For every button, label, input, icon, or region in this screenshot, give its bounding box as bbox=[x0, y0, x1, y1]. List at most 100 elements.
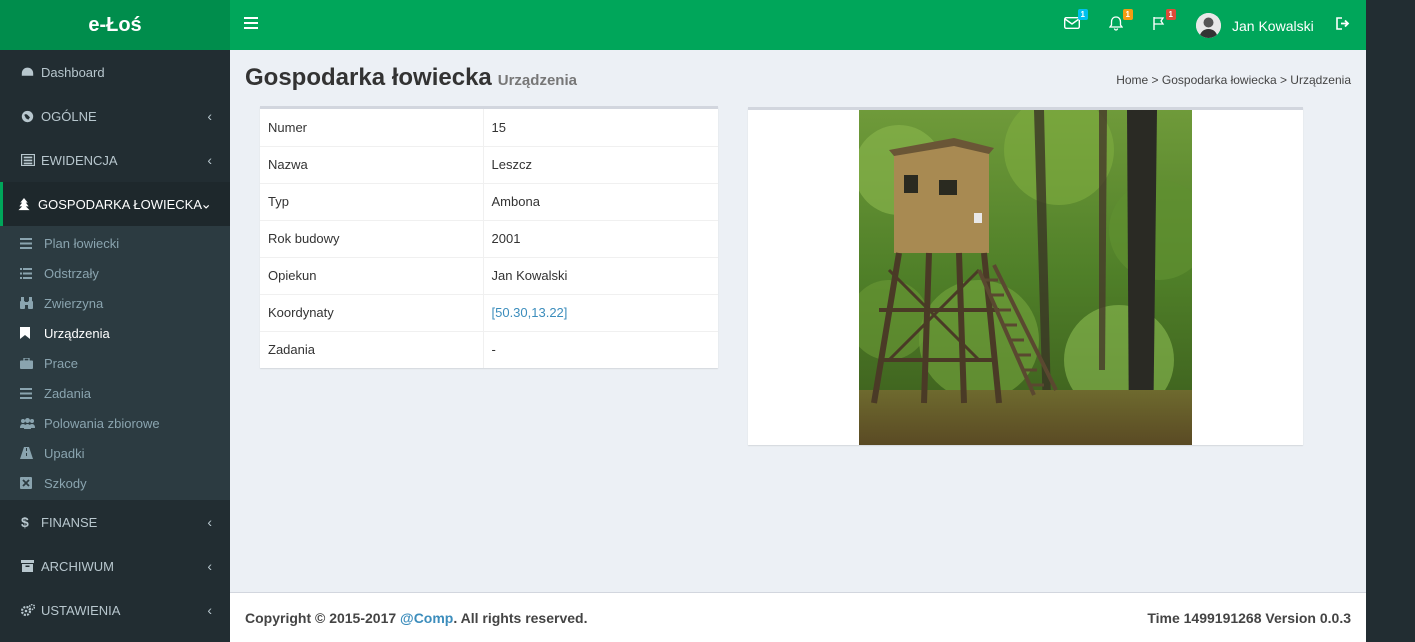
sidebar-item-label: ARCHIWUM bbox=[41, 558, 114, 574]
bookmark-icon bbox=[20, 327, 44, 339]
page-subtitle: Urządzenia bbox=[497, 72, 577, 89]
row-value: Ambona bbox=[483, 182, 718, 220]
submenu-item-odstrzaly[interactable]: Odstrzały bbox=[0, 258, 230, 288]
submenu-item-upadki[interactable]: Upadki bbox=[0, 438, 230, 468]
submenu-item-zwierzyna[interactable]: Zwierzyna bbox=[0, 288, 230, 318]
bars-icon bbox=[20, 237, 44, 249]
footer: Copyright © 2015-2017 @Comp. All rights … bbox=[230, 592, 1366, 642]
row-value: 15 bbox=[491, 119, 506, 135]
table-row: Nazwa Leszcz bbox=[260, 145, 718, 183]
row-value: [50.30,13.22] bbox=[483, 293, 718, 331]
submenu-item-polowania-zbiorowe[interactable]: Polowania zbiorowe bbox=[0, 408, 230, 438]
footer-copyright: Copyright © 2015-2017 @Comp. All rights … bbox=[245, 610, 587, 626]
submenu-item-label: Zadania bbox=[44, 385, 91, 401]
row-label: Opiekun bbox=[260, 256, 484, 294]
right-gutter bbox=[1366, 0, 1415, 642]
app-logo[interactable]: e-Łoś bbox=[0, 0, 230, 50]
tasks-icon bbox=[20, 387, 44, 399]
list-alt-icon bbox=[21, 154, 41, 166]
messages-count-badge: 1 bbox=[1077, 9, 1088, 20]
globe-icon bbox=[21, 110, 41, 123]
company-link[interactable]: @Comp bbox=[400, 610, 453, 626]
notifications-button[interactable]: 1 bbox=[1108, 9, 1133, 34]
row-value: Leszcz bbox=[483, 145, 718, 183]
row-label: Koordynaty bbox=[260, 293, 484, 331]
sidebar-item-label: Dashboard bbox=[41, 64, 105, 80]
users-icon bbox=[20, 417, 44, 429]
submenu-item-label: Odstrzały bbox=[44, 265, 99, 281]
table-row: Typ Ambona bbox=[260, 182, 718, 220]
tree-icon bbox=[18, 197, 38, 211]
flag-icon bbox=[1153, 17, 1165, 30]
submenu-item-szkody[interactable]: Szkody bbox=[0, 468, 230, 498]
submenu-item-label: Upadki bbox=[44, 445, 85, 461]
sidebar-item-dashboard[interactable]: Dashboard bbox=[0, 50, 230, 94]
table-row: Rok budowy 2001 bbox=[260, 219, 718, 257]
sidebar-item-gospodarka-lowiecka[interactable]: GOSPODARKA ŁOWIECKA ⌄ bbox=[0, 182, 230, 226]
device-details-table: Numer 15 Nazwa Leszcz Typ Ambona Rok bud… bbox=[260, 109, 718, 368]
user-menu[interactable]: Jan Kowalski bbox=[1196, 13, 1314, 38]
user-name: Jan Kowalski bbox=[1232, 17, 1314, 34]
sidebar-item-finanse[interactable]: $ FINANSE ‹ bbox=[0, 500, 230, 544]
sidebar-item-ustawienia[interactable]: USTAWIENIA ‹ bbox=[0, 588, 230, 632]
tasks-count-badge: 1 bbox=[1165, 9, 1176, 20]
sidebar-toggle-icon[interactable] bbox=[244, 17, 258, 31]
main-content: Gospodarka łowiecka Urządzenia Home > Gos… bbox=[230, 50, 1366, 592]
submenu-item-label: Prace bbox=[44, 355, 78, 371]
device-details-box: Numer 15 Nazwa Leszcz Typ Ambona Rok bud… bbox=[260, 106, 718, 368]
table-row: Numer 15 bbox=[260, 109, 718, 146]
submenu-item-urzadzenia[interactable]: Urządzenia bbox=[0, 318, 230, 348]
road-icon bbox=[20, 447, 44, 459]
table-row: Opiekun Jan Kowalski bbox=[260, 256, 718, 294]
chevron-down-icon: ⌄ bbox=[200, 195, 212, 212]
breadcrumb[interactable]: Home > Gospodarka łowiecka > Urządzenia bbox=[1116, 73, 1351, 87]
chevron-left-icon: ‹ bbox=[207, 514, 212, 530]
dollar-icon: $ bbox=[21, 514, 29, 530]
page-title: Gospodarka łowiecka Urządzenia bbox=[245, 64, 577, 92]
sidebar-menu-lower: $ FINANSE ‹ ARCHIWUM ‹ USTAWIENIA ‹ bbox=[0, 500, 230, 632]
table-row: Koordynaty [50.30,13.22] bbox=[260, 293, 718, 331]
submenu-item-label: Zwierzyna bbox=[44, 295, 104, 311]
sidebar-item-label: GOSPODARKA ŁOWIECKA bbox=[38, 196, 202, 212]
sign-out-icon bbox=[1336, 17, 1350, 30]
bell-icon bbox=[1108, 16, 1124, 31]
hunting-stand-photo bbox=[859, 110, 1192, 445]
submenu-item-label: Urządzenia bbox=[44, 325, 110, 341]
notifications-count-badge: 1 bbox=[1122, 9, 1133, 20]
sidebar-item-label: OGÓLNE bbox=[41, 108, 97, 124]
sidebar-menu: Dashboard OGÓLNE ‹ EWIDENCJA ‹ GOSPODARK… bbox=[0, 50, 230, 226]
copyright-suffix: . All rights reserved. bbox=[453, 610, 588, 626]
dashboard-icon bbox=[21, 66, 41, 79]
submenu-item-plan-lowiecki[interactable]: Plan łowiecki bbox=[0, 228, 230, 258]
footer-version: Time 1499191268 Version 0.0.3 bbox=[1147, 610, 1351, 626]
archive-icon bbox=[21, 560, 41, 572]
tasks-button[interactable]: 1 bbox=[1152, 9, 1176, 34]
close-box-icon bbox=[20, 477, 44, 489]
submenu-item-label: Polowania zbiorowe bbox=[44, 415, 160, 431]
submenu-item-prace[interactable]: Prace bbox=[0, 348, 230, 378]
submenu-gospodarka-lowiecka: Plan łowiecki Odstrzały Zwierzyna Urządz… bbox=[0, 226, 230, 500]
sidebar-item-archiwum[interactable]: ARCHIWUM ‹ bbox=[0, 544, 230, 588]
sidebar-item-ewidencja[interactable]: EWIDENCJA ‹ bbox=[0, 138, 230, 182]
chevron-left-icon: ‹ bbox=[207, 602, 212, 618]
list-icon bbox=[20, 267, 44, 279]
row-label: Zadania bbox=[260, 330, 484, 368]
device-photo-box bbox=[748, 107, 1303, 445]
coordinates-link[interactable]: [50.30,13.22] bbox=[492, 305, 568, 320]
sign-out-button[interactable] bbox=[1336, 17, 1352, 33]
sidebar-item-label: USTAWIENIA bbox=[41, 602, 121, 618]
submenu-item-label: Plan łowiecki bbox=[44, 235, 120, 251]
messages-button[interactable]: 1 bbox=[1063, 9, 1088, 34]
avatar bbox=[1196, 13, 1221, 38]
sidebar-item-ogolne[interactable]: OGÓLNE ‹ bbox=[0, 94, 230, 138]
binoculars-icon bbox=[20, 297, 44, 309]
row-value: Jan Kowalski bbox=[483, 256, 718, 294]
row-label: Numer bbox=[260, 109, 484, 146]
chevron-left-icon: ‹ bbox=[207, 152, 212, 168]
row-value: 2001 bbox=[483, 219, 718, 257]
chevron-left-icon: ‹ bbox=[207, 108, 212, 124]
submenu-item-zadania[interactable]: Zadania bbox=[0, 378, 230, 408]
table-row: Zadania - bbox=[260, 330, 718, 368]
chevron-left-icon: ‹ bbox=[207, 558, 212, 574]
sidebar-item-label: FINANSE bbox=[41, 514, 98, 530]
